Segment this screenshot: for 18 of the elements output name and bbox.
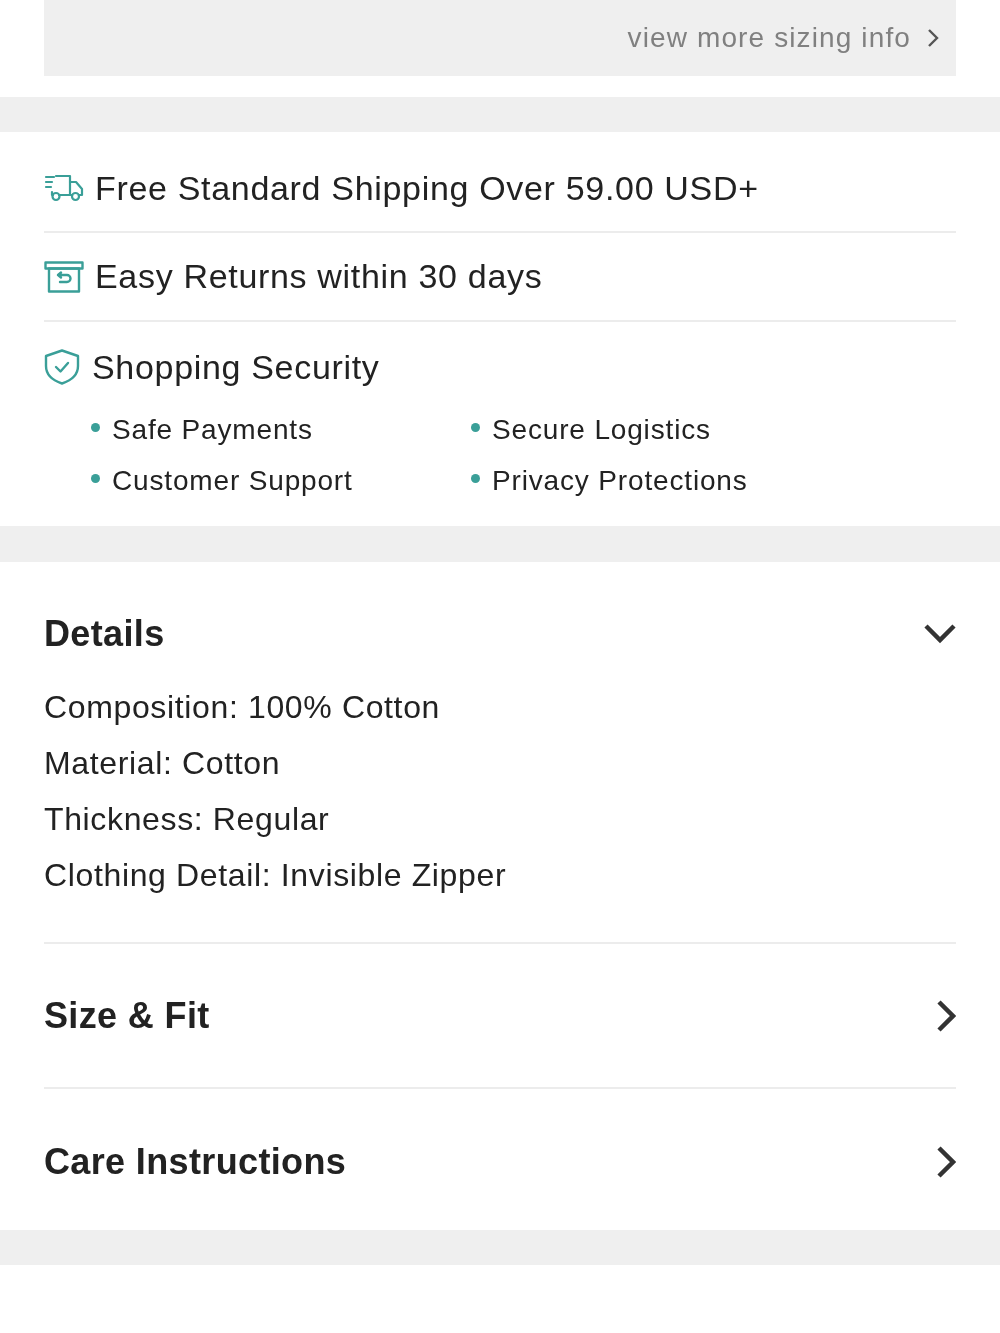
service-title: Easy Returns within 30 days: [95, 256, 543, 297]
service-feature-text: Secure Logistics: [492, 412, 711, 447]
shield-check-icon: [44, 349, 80, 385]
accordion-header[interactable]: Care Instructions: [44, 1132, 956, 1192]
service-title: Shopping Security: [92, 347, 380, 388]
accordion-header[interactable]: Details: [44, 610, 956, 658]
truck-icon: [44, 174, 84, 202]
service-feature-text: Customer Support: [112, 463, 353, 498]
service-title: Free Standard Shipping Over 59.00 USD+: [95, 167, 759, 209]
chevron-right-icon: [927, 28, 939, 48]
accordion-header[interactable]: Size & Fit: [44, 985, 956, 1046]
service-feature-text: Safe Payments: [112, 412, 313, 447]
box-icon: [44, 260, 84, 293]
detail-text: Composition: 100% Cotton: [44, 688, 442, 727]
detail-text: Thickness: Regular: [44, 800, 331, 839]
detail-text: Material: Cotton: [44, 744, 282, 783]
detail-text: Clothing Detail: Invisible Zipper: [44, 856, 508, 895]
service-feature-text: Privacy Protections: [492, 463, 748, 498]
